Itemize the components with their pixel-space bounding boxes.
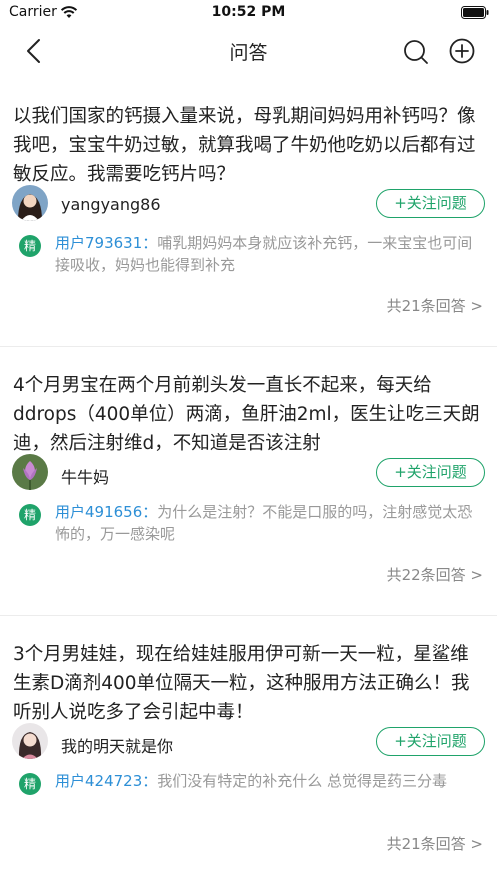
answer-count-link[interactable]: 共22条回答 >: [387, 564, 483, 585]
plus-circle-icon[interactable]: [449, 38, 475, 64]
question-text[interactable]: 以我们国家的钙摄入量来说，母乳期间妈妈用补钙吗？像我吧，宝宝牛奶过敏，就算我喝了…: [13, 102, 487, 189]
username[interactable]: yangyang86: [61, 195, 161, 214]
status-bar: Carrier 10:52 PM: [0, 0, 497, 26]
avatar[interactable]: [12, 185, 48, 221]
answer-user[interactable]: 用户491656：: [55, 503, 157, 521]
question-card[interactable]: 以我们国家的钙摄入量来说，母乳期间妈妈用补钙吗？像我吧，宝宝牛奶过敏，就算我喝了…: [0, 78, 497, 347]
answer-count-link[interactable]: 共21条回答 >: [387, 833, 483, 854]
answer-user[interactable]: 用户424723：: [55, 772, 157, 790]
featured-badge: 精: [19, 504, 41, 526]
question-card[interactable]: 3个月男娃娃，现在给娃娃服用伊可新一天一粒，星鲨维生素D滴剂400单位隔天一粒，…: [0, 616, 497, 883]
answer-preview[interactable]: 用户793631：哺乳期妈妈本身就应该补充钙，一来宝宝也可间接吸收，妈妈也能得到…: [55, 232, 475, 276]
battery-icon: [461, 6, 489, 19]
username[interactable]: 牛牛妈: [61, 464, 109, 488]
answer-user[interactable]: 用户793631：: [55, 234, 157, 252]
answer-count-link[interactable]: 共21条回答 >: [387, 295, 483, 316]
answer-preview[interactable]: 用户424723：我们没有特定的补充什么 总觉得是药三分毒: [55, 770, 475, 792]
avatar[interactable]: [12, 723, 48, 759]
status-time: 10:52 PM: [211, 4, 286, 20]
follow-question-button[interactable]: +关注问题: [376, 189, 485, 218]
answer-preview[interactable]: 用户491656：为什么是注射？不能是口服的吗，注射感觉太恐怖的，万一感染呢: [55, 501, 475, 545]
question-card[interactable]: 4个月男宝在两个月前剃头发一直长不起来，每天给ddrops（400单位）两滴，鱼…: [0, 347, 497, 616]
avatar[interactable]: [12, 454, 48, 490]
username[interactable]: 我的明天就是你: [61, 733, 173, 757]
follow-question-button[interactable]: +关注问题: [376, 727, 485, 756]
search-icon[interactable]: [403, 39, 429, 65]
navigation-bar: 问答: [0, 26, 497, 76]
question-feed: 以我们国家的钙摄入量来说，母乳期间妈妈用补钙吗？像我吧，宝宝牛奶过敏，就算我喝了…: [0, 78, 497, 883]
question-text[interactable]: 3个月男娃娃，现在给娃娃服用伊可新一天一粒，星鲨维生素D滴剂400单位隔天一粒，…: [13, 640, 487, 727]
follow-question-button[interactable]: +关注问题: [376, 458, 485, 487]
question-text[interactable]: 4个月男宝在两个月前剃头发一直长不起来，每天给ddrops（400单位）两滴，鱼…: [13, 371, 487, 458]
featured-badge: 精: [19, 773, 41, 795]
featured-badge: 精: [19, 235, 41, 257]
answer-content: 我们没有特定的补充什么 总觉得是药三分毒: [157, 772, 448, 790]
